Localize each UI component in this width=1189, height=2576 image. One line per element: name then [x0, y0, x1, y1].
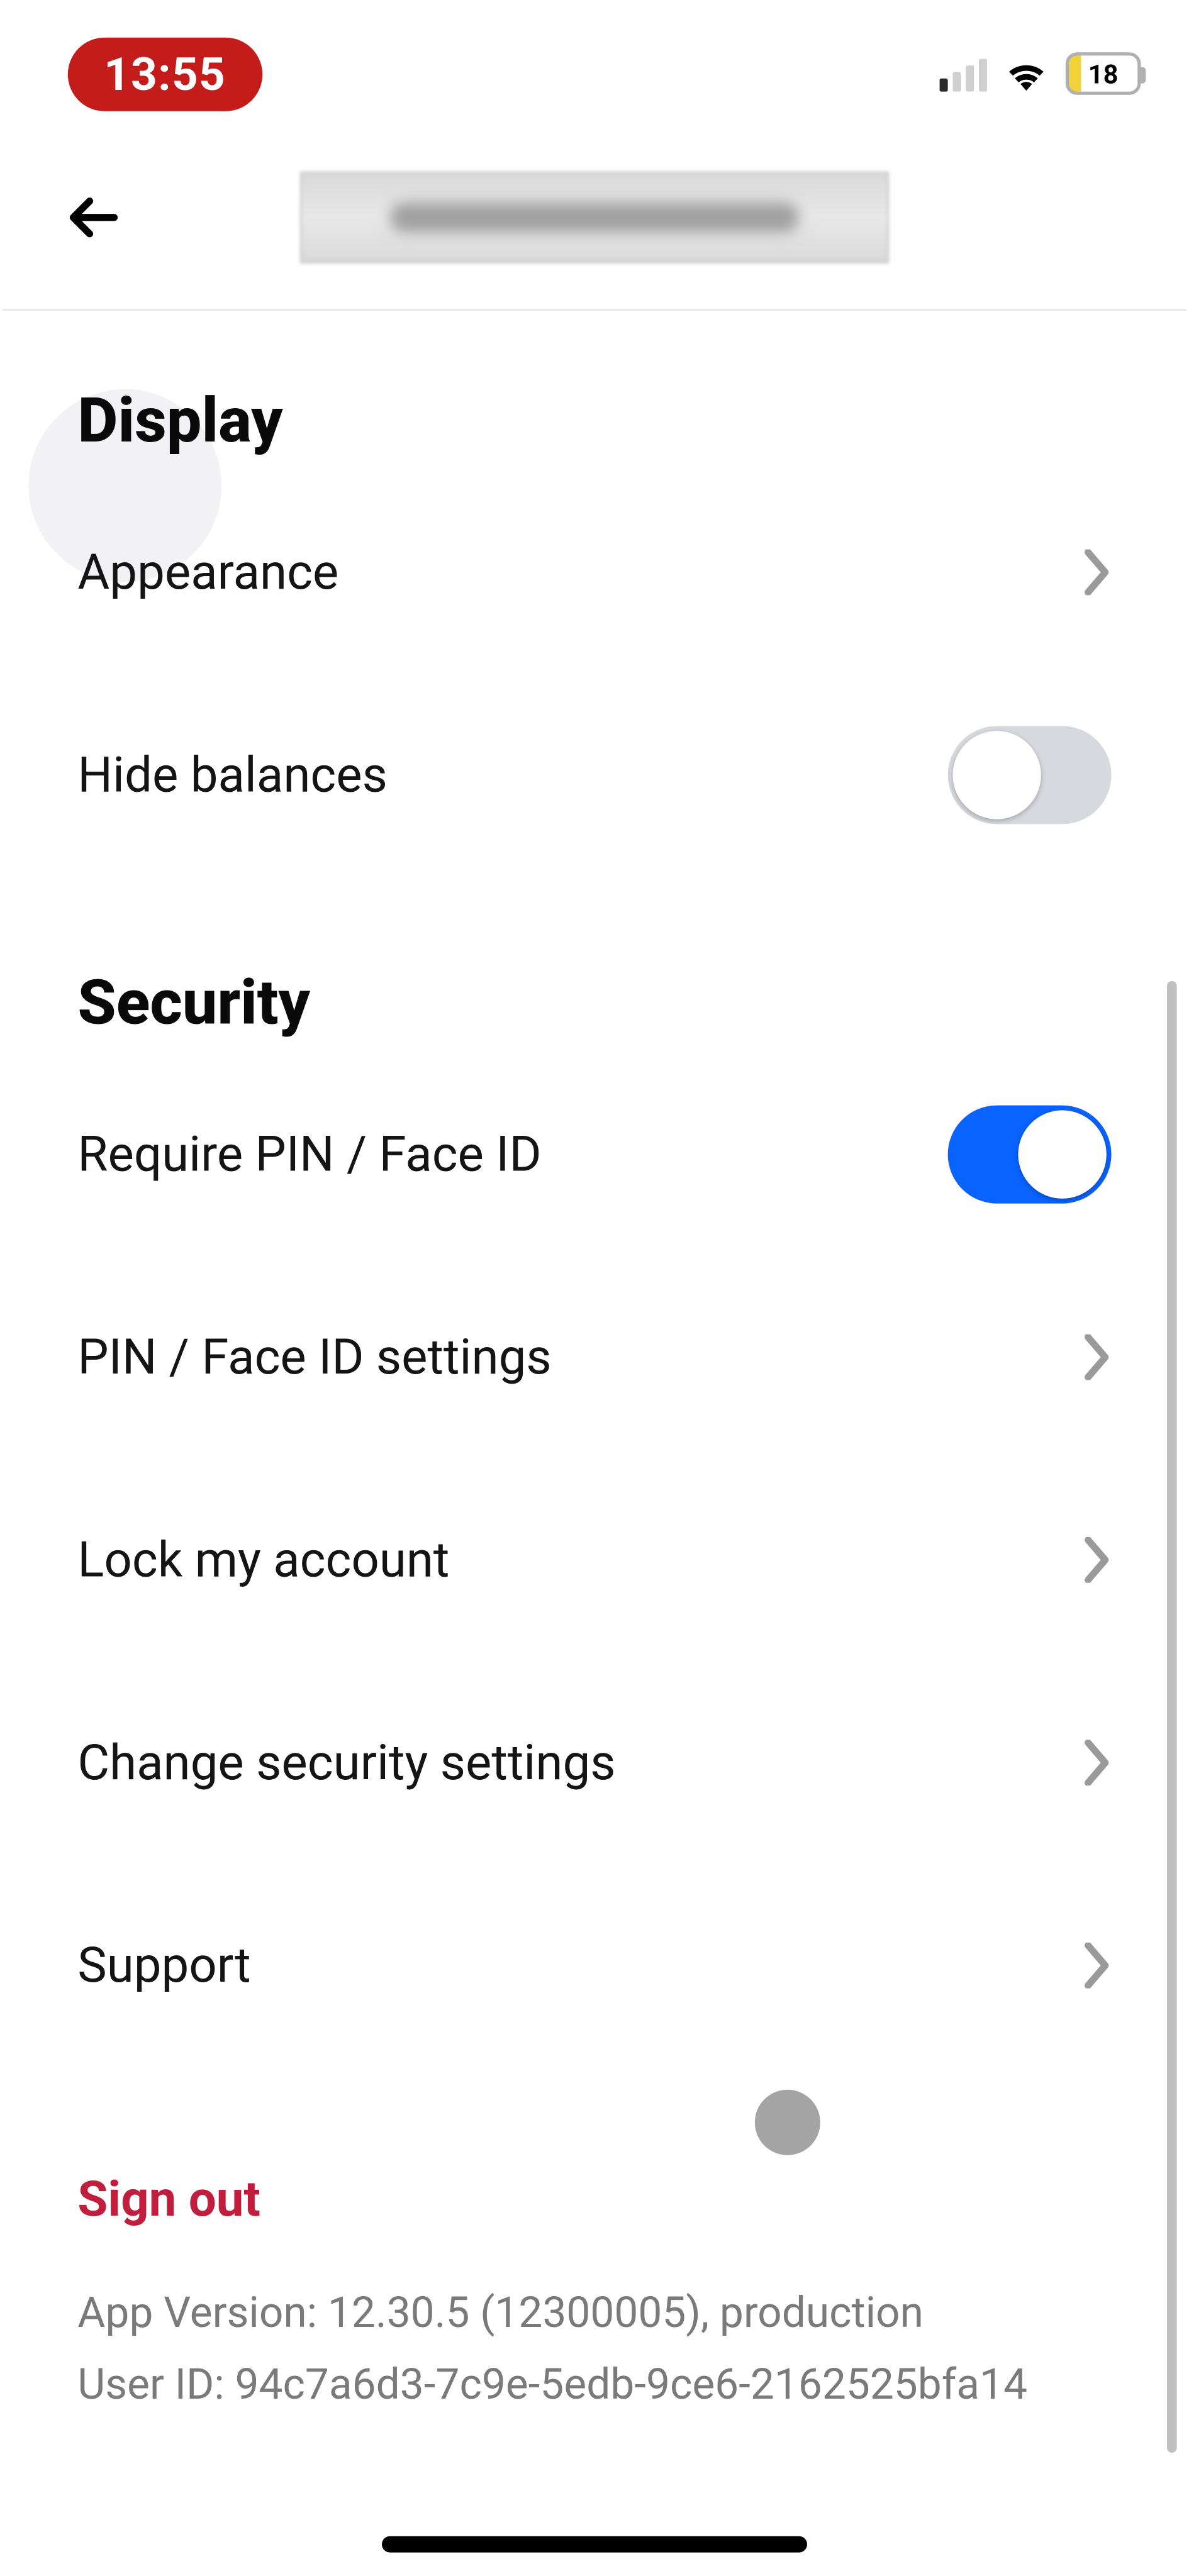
toggle-knob [952, 731, 1041, 819]
touch-indicator-dot [755, 2090, 820, 2155]
row-label: Lock my account [77, 1531, 449, 1589]
user-id-text: User ID: 94c7a6d3-7c9e-5edb-9ce6-2162525… [77, 2350, 1111, 2423]
row-lock-account[interactable]: Lock my account [77, 1458, 1111, 1661]
home-indicator[interactable] [382, 2536, 807, 2553]
wifi-icon [1003, 55, 1049, 91]
chevron-right-icon [1082, 550, 1112, 596]
chevron-right-icon [1082, 1537, 1112, 1583]
chevron-right-icon [1082, 1335, 1112, 1380]
toggle-hide-balances[interactable] [948, 726, 1112, 824]
row-label: Support [77, 1937, 250, 1994]
header [3, 125, 1186, 311]
status-bar: 13:55 18 [3, 23, 1186, 124]
scroll-indicator [1167, 981, 1177, 2453]
toggle-require-pin[interactable] [948, 1106, 1112, 1204]
cellular-signal-icon [940, 55, 987, 91]
battery-percent: 18 [1069, 58, 1137, 89]
chevron-right-icon [1082, 1943, 1112, 1989]
section-heading-display: Display [77, 386, 1111, 458]
settings-content: Display Appearance Hide balances Securit… [3, 311, 1186, 2423]
row-label: Require PIN / Face ID [77, 1126, 541, 1183]
chevron-right-icon [1082, 1740, 1112, 1785]
row-support[interactable]: Support [77, 1864, 1111, 2067]
row-pin-settings[interactable]: PIN / Face ID settings [77, 1256, 1111, 1458]
row-label: Hide balances [77, 747, 387, 804]
row-change-security[interactable]: Change security settings [77, 1662, 1111, 1864]
row-appearance[interactable]: Appearance [77, 471, 1111, 674]
status-right-cluster: 18 [940, 52, 1141, 95]
toggle-knob [1018, 1110, 1106, 1198]
page-title-redacted [300, 171, 889, 263]
app-version-text: App Version: 12.30.5 (12300005), product… [77, 2278, 1111, 2350]
row-label: PIN / Face ID settings [77, 1329, 551, 1386]
status-time: 13:55 [68, 36, 262, 110]
row-label: Appearance [77, 543, 338, 601]
section-heading-security: Security [77, 968, 1111, 1040]
row-require-pin: Require PIN / Face ID [77, 1053, 1111, 1255]
back-button[interactable] [52, 176, 133, 258]
arrow-left-icon [60, 184, 125, 250]
row-label: Change security settings [77, 1734, 615, 1791]
row-hide-balances: Hide balances [77, 674, 1111, 876]
phone-frame: 13:55 18 [3, 0, 1186, 2569]
sign-out-button[interactable]: Sign out [77, 2172, 1111, 2229]
battery-icon: 18 [1066, 52, 1141, 95]
